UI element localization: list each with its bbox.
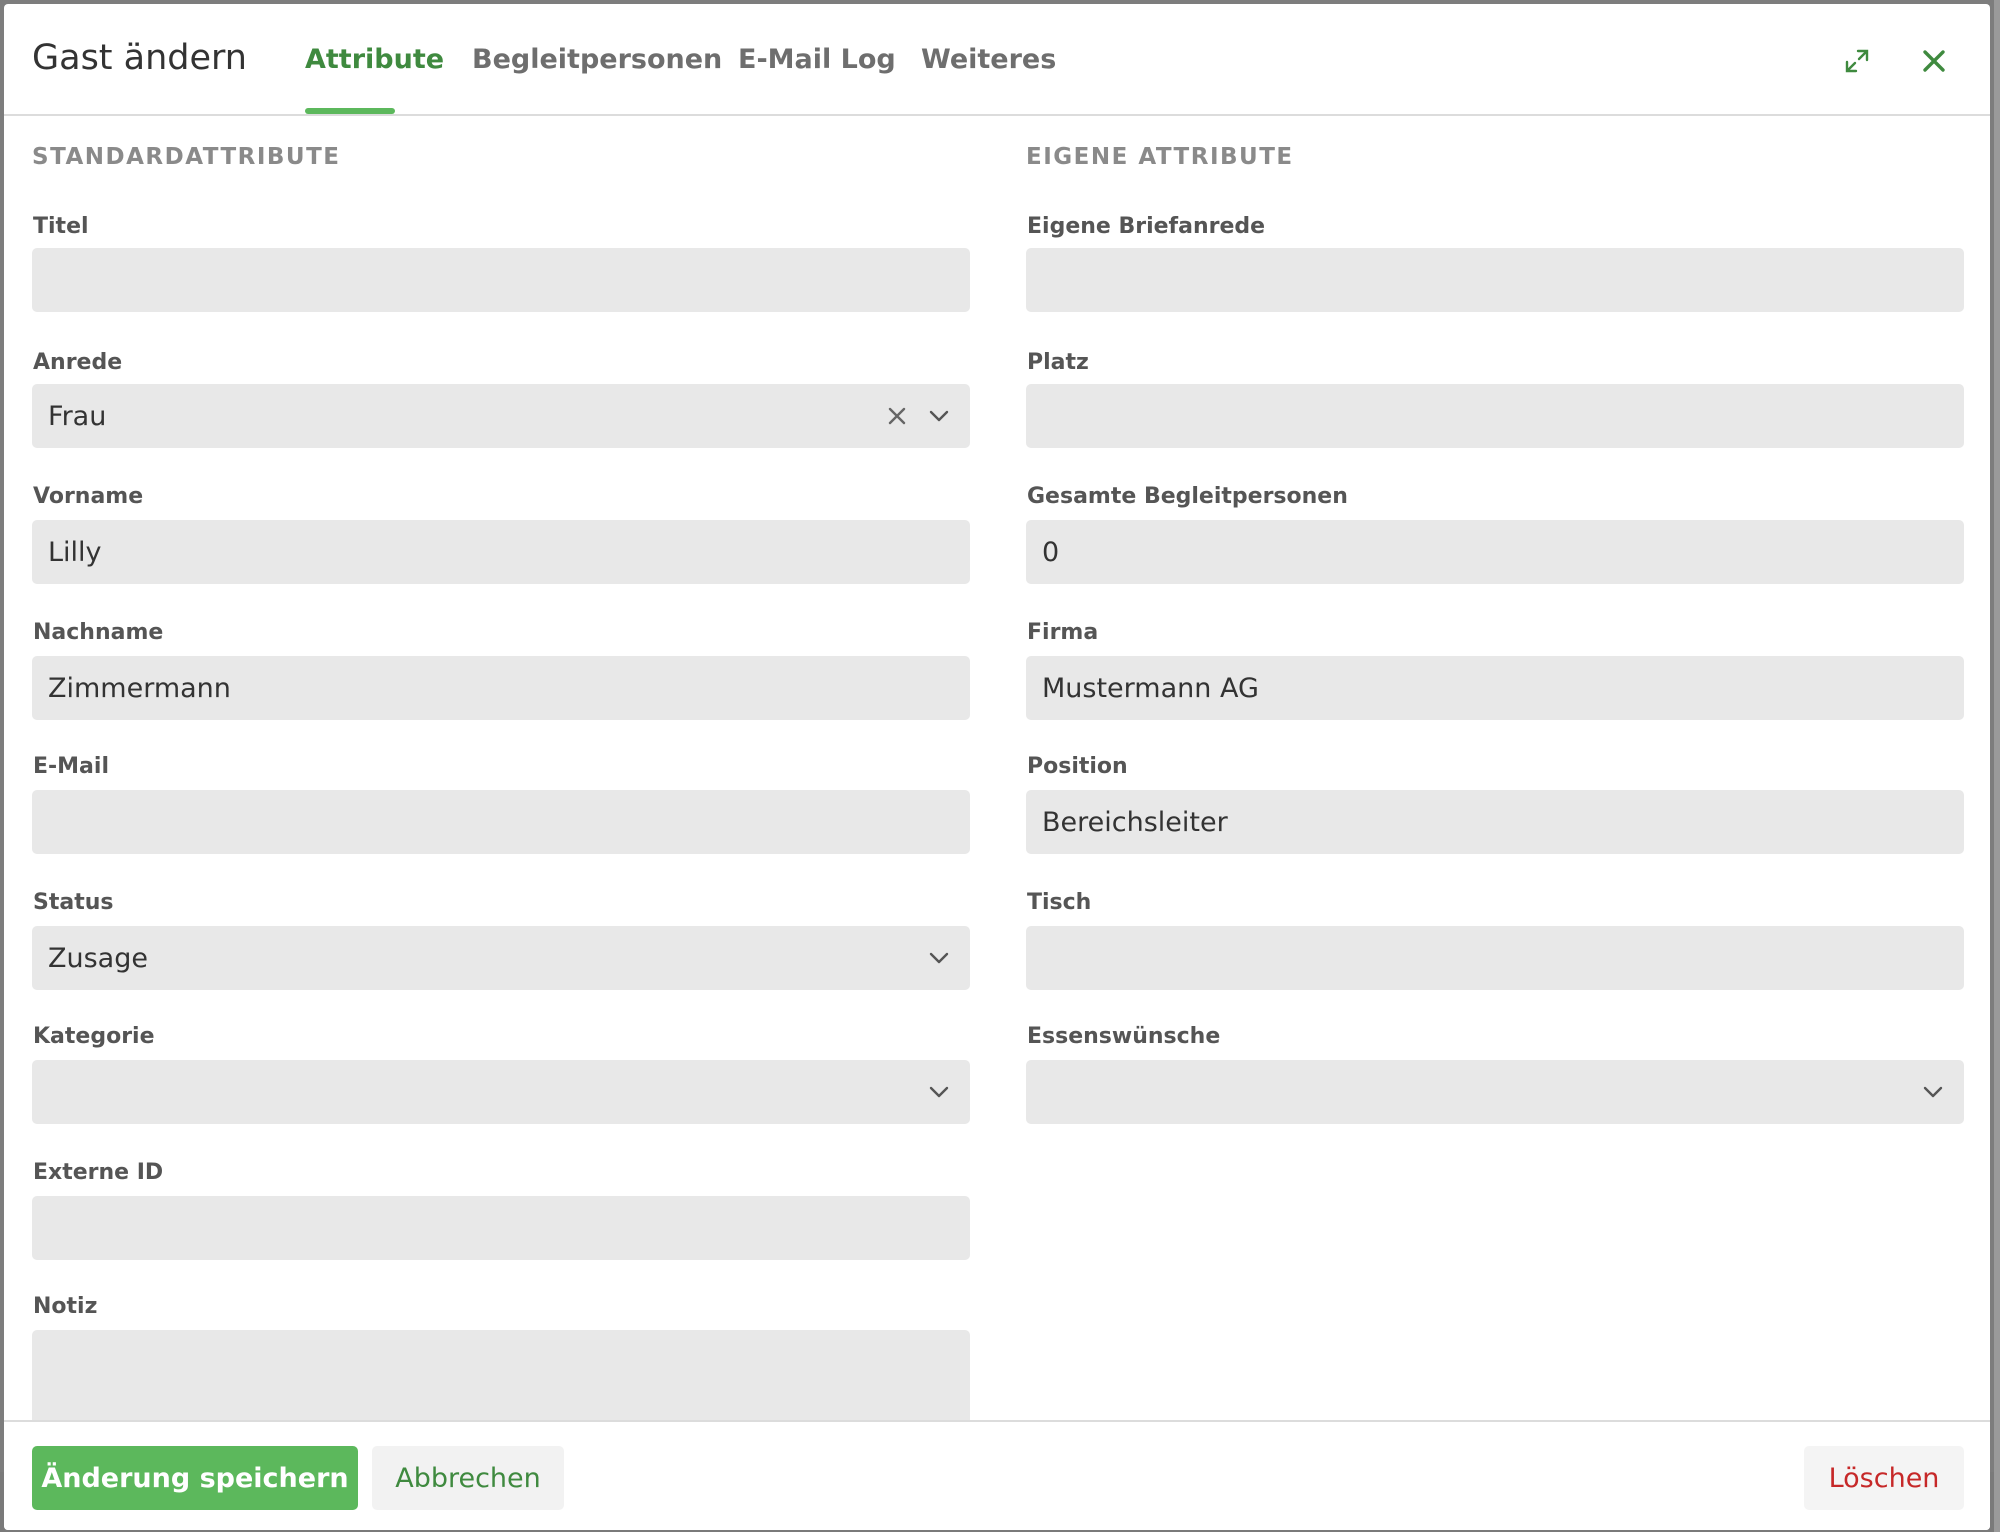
eigene-briefanrede-input[interactable] xyxy=(1026,248,1964,312)
edit-guest-modal: Gast ändern Attribute Begleitpersonen E-… xyxy=(4,4,1990,1530)
platz-input[interactable] xyxy=(1026,384,1964,448)
kategorie-select[interactable] xyxy=(32,1060,970,1124)
label-firma: Firma xyxy=(1027,620,1099,645)
save-button[interactable]: Änderung speichern xyxy=(32,1446,358,1510)
modal-title: Gast ändern xyxy=(32,38,247,78)
anrede-value: Frau xyxy=(48,400,107,432)
status-value: Zusage xyxy=(48,942,148,974)
expand-icon[interactable] xyxy=(1840,44,1874,78)
label-notiz: Notiz xyxy=(33,1294,98,1319)
chevron-down-icon[interactable] xyxy=(924,943,954,973)
chevron-down-icon[interactable] xyxy=(1918,1077,1948,1107)
background-right-edge xyxy=(1994,0,2000,1532)
label-gesamte-begleitpersonen: Gesamte Begleitpersonen xyxy=(1027,484,1348,509)
tisch-input[interactable] xyxy=(1026,926,1964,990)
label-essenswuensche: Essenswünsche xyxy=(1027,1024,1221,1049)
tab-email-log[interactable]: E-Mail Log xyxy=(738,44,896,75)
label-anrede: Anrede xyxy=(33,350,123,375)
vorname-input[interactable]: Lilly xyxy=(32,520,970,584)
tab-attribute[interactable]: Attribute xyxy=(305,44,444,75)
label-nachname: Nachname xyxy=(33,620,164,645)
position-input[interactable]: Bereichsleiter xyxy=(1026,790,1964,854)
delete-button[interactable]: Löschen xyxy=(1804,1446,1964,1510)
label-status: Status xyxy=(33,890,114,915)
modal-footer: Änderung speichern Abbrechen Löschen xyxy=(4,1420,1990,1530)
essenswuensche-select[interactable] xyxy=(1026,1060,1964,1124)
close-icon[interactable] xyxy=(1917,44,1951,78)
status-select[interactable]: Zusage xyxy=(32,926,970,990)
tab-weiteres[interactable]: Weiteres xyxy=(921,44,1056,75)
tab-begleitpersonen[interactable]: Begleitpersonen xyxy=(472,44,722,75)
label-eigene-briefanrede: Eigene Briefanrede xyxy=(1027,214,1266,239)
cancel-button[interactable]: Abbrechen xyxy=(372,1446,564,1510)
active-tab-indicator xyxy=(305,108,395,114)
modal-header: Gast ändern Attribute Begleitpersonen E-… xyxy=(4,4,1990,116)
label-externe-id: Externe ID xyxy=(33,1160,164,1185)
label-position: Position xyxy=(1027,754,1128,779)
section-title-eigene: EIGENE ATTRIBUTE xyxy=(1026,144,1294,170)
notiz-textarea[interactable] xyxy=(32,1330,970,1430)
nachname-input[interactable]: Zimmermann xyxy=(32,656,970,720)
anrede-select[interactable]: Frau xyxy=(32,384,970,448)
label-vorname: Vorname xyxy=(33,484,144,509)
externe-id-input[interactable] xyxy=(32,1196,970,1260)
email-input[interactable] xyxy=(32,790,970,854)
firma-input[interactable]: Mustermann AG xyxy=(1026,656,1964,720)
chevron-down-icon[interactable] xyxy=(924,1077,954,1107)
label-kategorie: Kategorie xyxy=(33,1024,155,1049)
clear-icon[interactable] xyxy=(882,401,912,431)
label-titel: Titel xyxy=(33,214,89,239)
section-title-standard: STANDARDATTRIBUTE xyxy=(32,144,341,170)
titel-input[interactable] xyxy=(32,248,970,312)
label-platz: Platz xyxy=(1027,350,1089,375)
gesamte-begleitpersonen-input[interactable]: 0 xyxy=(1026,520,1964,584)
chevron-down-icon[interactable] xyxy=(924,401,954,431)
label-tisch: Tisch xyxy=(1027,890,1092,915)
label-email: E-Mail xyxy=(33,754,109,779)
